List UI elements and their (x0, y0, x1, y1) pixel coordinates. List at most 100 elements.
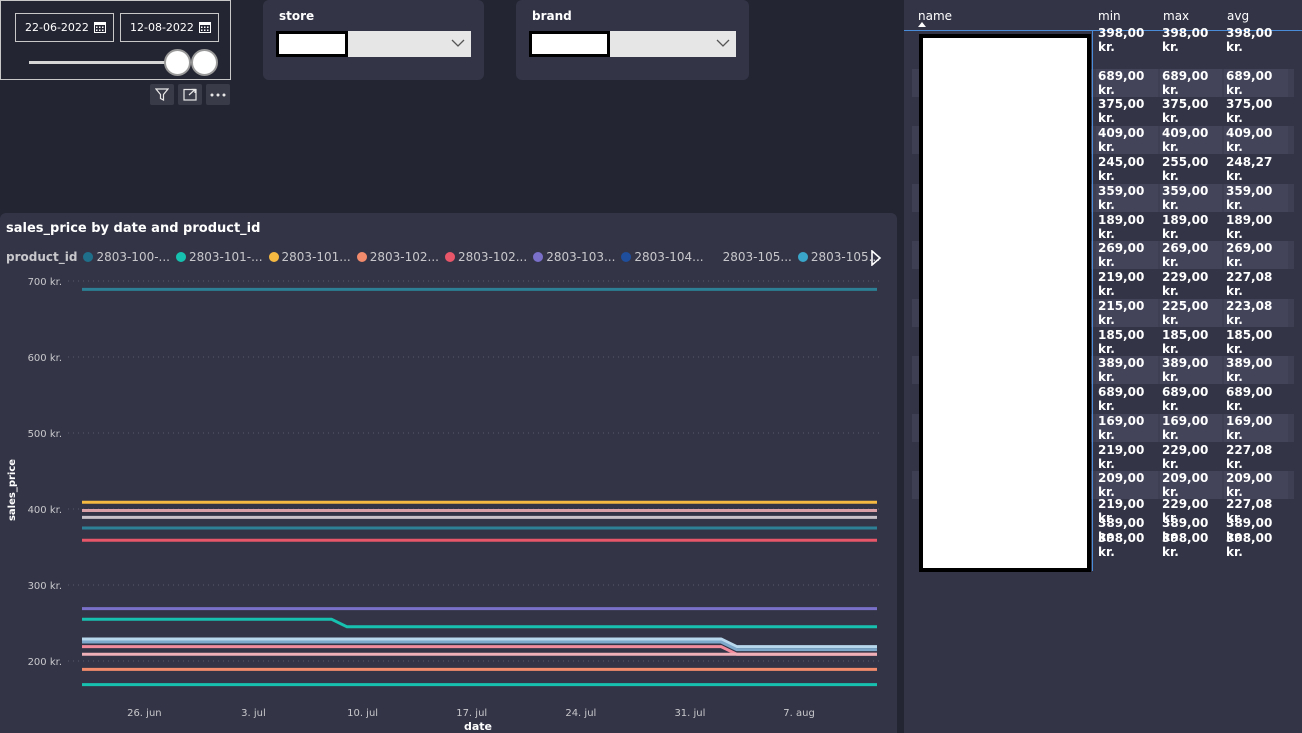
store-dropdown[interactable] (276, 31, 471, 57)
avg-cell: 227,08 kr. (1226, 443, 1273, 471)
min-cell: 245,00 kr. (1098, 155, 1145, 183)
column-header-max[interactable]: max (1163, 9, 1189, 23)
column-header-min[interactable]: min (1098, 9, 1121, 23)
avg-cell: 269,00 kr. (1224, 241, 1288, 269)
max-cell: 409,00 kr. (1160, 126, 1222, 154)
max-cell: 209,00 kr. (1160, 471, 1222, 499)
report-canvas: 22-06-2022 12-08-2022 store brand sales_… (0, 0, 1302, 733)
avg-cell: 223,08 kr. (1224, 299, 1288, 327)
min-cell: 689,00 kr. (1098, 385, 1145, 413)
y-tick-label: 500 kr. (28, 429, 62, 440)
max-cell: 225,00 kr. (1160, 299, 1222, 327)
start-date-input[interactable]: 22-06-2022 (15, 13, 114, 42)
column-header-avg[interactable]: avg (1227, 9, 1249, 23)
date-slider-start-handle[interactable] (164, 49, 191, 76)
redacted-value (529, 31, 610, 57)
min-cell: 398,00 kr. (1098, 530, 1145, 559)
max-cell: 689,00 kr. (1160, 69, 1222, 97)
avg-cell: 189,00 kr. (1226, 213, 1273, 241)
calendar-icon[interactable] (94, 21, 106, 33)
brand-slicer-title: brand (532, 9, 572, 23)
y-tick-label: 300 kr. (28, 581, 62, 592)
avg-cell: 689,00 kr. (1224, 69, 1288, 97)
column-header-name[interactable]: name (918, 9, 952, 23)
avg-cell: 375,00 kr. (1226, 97, 1273, 125)
min-cell: 189,00 kr. (1098, 213, 1145, 241)
date-slider-end-handle[interactable] (191, 49, 218, 76)
max-cell: 255,00 kr. (1162, 155, 1209, 183)
min-cell: 215,00 kr. (1096, 299, 1158, 327)
x-tick-label: 17. jul (456, 708, 487, 719)
brand-slicer: brand (516, 0, 749, 80)
max-cell: 375,00 kr. (1162, 97, 1209, 125)
x-tick-label: 31. jul (674, 708, 705, 719)
chevron-down-icon (716, 39, 730, 47)
max-cell: 359,00 kr. (1160, 184, 1222, 212)
max-cell: 185,00 kr. (1162, 328, 1209, 356)
series-line (82, 617, 877, 629)
min-cell: 219,00 kr. (1098, 443, 1145, 471)
avg-cell: 248,27 kr. (1226, 155, 1273, 183)
column-divider (1092, 31, 1093, 571)
avg-cell: 398,00 kr. (1226, 530, 1273, 559)
filter-icon[interactable] (150, 84, 174, 105)
date-slider-track[interactable] (29, 61, 179, 64)
max-cell: 269,00 kr. (1160, 241, 1222, 269)
x-tick-label: 26. jun (127, 708, 162, 719)
brand-dropdown[interactable] (529, 31, 736, 57)
date-range-slicer: 22-06-2022 12-08-2022 (0, 0, 231, 80)
x-tick-label: 7. aug (783, 708, 815, 719)
avg-cell: 227,08 kr. (1226, 270, 1273, 298)
chart-plot[interactable]: 200 kr. 300 kr. 400 kr. 500 kr. 600 kr. 700 k… (0, 213, 897, 733)
min-cell: 409,00 kr. (1096, 126, 1158, 154)
focus-mode-icon[interactable] (178, 84, 202, 105)
min-cell: 689,00 kr. (1096, 69, 1158, 97)
avg-cell: 689,00 kr. (1226, 385, 1273, 413)
redacted-value (276, 31, 348, 57)
start-date-value: 22-06-2022 (25, 21, 89, 34)
store-slicer: store (263, 0, 484, 80)
line-chart-visual: sales_price by date and product_id produ… (0, 213, 897, 733)
more-options-icon[interactable] (206, 84, 230, 105)
end-date-value: 12-08-2022 (130, 21, 194, 34)
end-date-input[interactable]: 12-08-2022 (120, 13, 219, 42)
max-cell: 398,00 kr. (1162, 26, 1209, 54)
chevron-down-icon (451, 39, 465, 47)
redacted-names (919, 34, 1091, 572)
max-cell: 389,00 kr. (1160, 356, 1222, 384)
max-cell: 229,00 kr. (1162, 443, 1209, 471)
y-tick-label: 600 kr. (28, 353, 62, 364)
avg-cell: 209,00 kr. (1224, 471, 1288, 499)
min-cell: 389,00 kr. (1096, 356, 1158, 384)
max-cell: 189,00 kr. (1162, 213, 1209, 241)
y-tick-label: 200 kr. (28, 657, 62, 668)
max-cell: 169,00 kr. (1160, 414, 1222, 442)
x-tick-label: 3. jul (241, 708, 266, 719)
max-cell: 398,00 kr. (1162, 530, 1209, 559)
avg-cell: 398,00 kr. (1226, 26, 1273, 54)
y-tick-label: 400 kr. (28, 505, 62, 516)
calendar-icon[interactable] (199, 21, 211, 33)
min-cell: 269,00 kr. (1096, 241, 1158, 269)
avg-cell: 409,00 kr. (1224, 126, 1288, 154)
max-cell: 229,00 kr. (1162, 270, 1209, 298)
min-cell: 219,00 kr. (1098, 270, 1145, 298)
min-cell: 359,00 kr. (1096, 184, 1158, 212)
min-cell: 169,00 kr. (1096, 414, 1158, 442)
max-cell: 689,00 kr. (1162, 385, 1209, 413)
x-tick-label: 10. jul (347, 708, 378, 719)
y-axis-title: sales_price (7, 459, 18, 521)
x-axis-title: date (464, 720, 492, 733)
avg-cell: 389,00 kr. (1224, 356, 1288, 384)
min-cell: 209,00 kr. (1096, 471, 1158, 499)
y-tick-label: 700 kr. (28, 277, 62, 288)
avg-cell: 169,00 kr. (1224, 414, 1288, 442)
min-cell: 185,00 kr. (1098, 328, 1145, 356)
x-tick-label: 24. jul (565, 708, 596, 719)
store-slicer-title: store (279, 9, 315, 23)
min-cell: 398,00 kr. (1098, 26, 1145, 54)
visual-header (150, 84, 230, 105)
min-cell: 375,00 kr. (1098, 97, 1145, 125)
avg-cell: 185,00 kr. (1226, 328, 1273, 356)
avg-cell: 359,00 kr. (1224, 184, 1288, 212)
